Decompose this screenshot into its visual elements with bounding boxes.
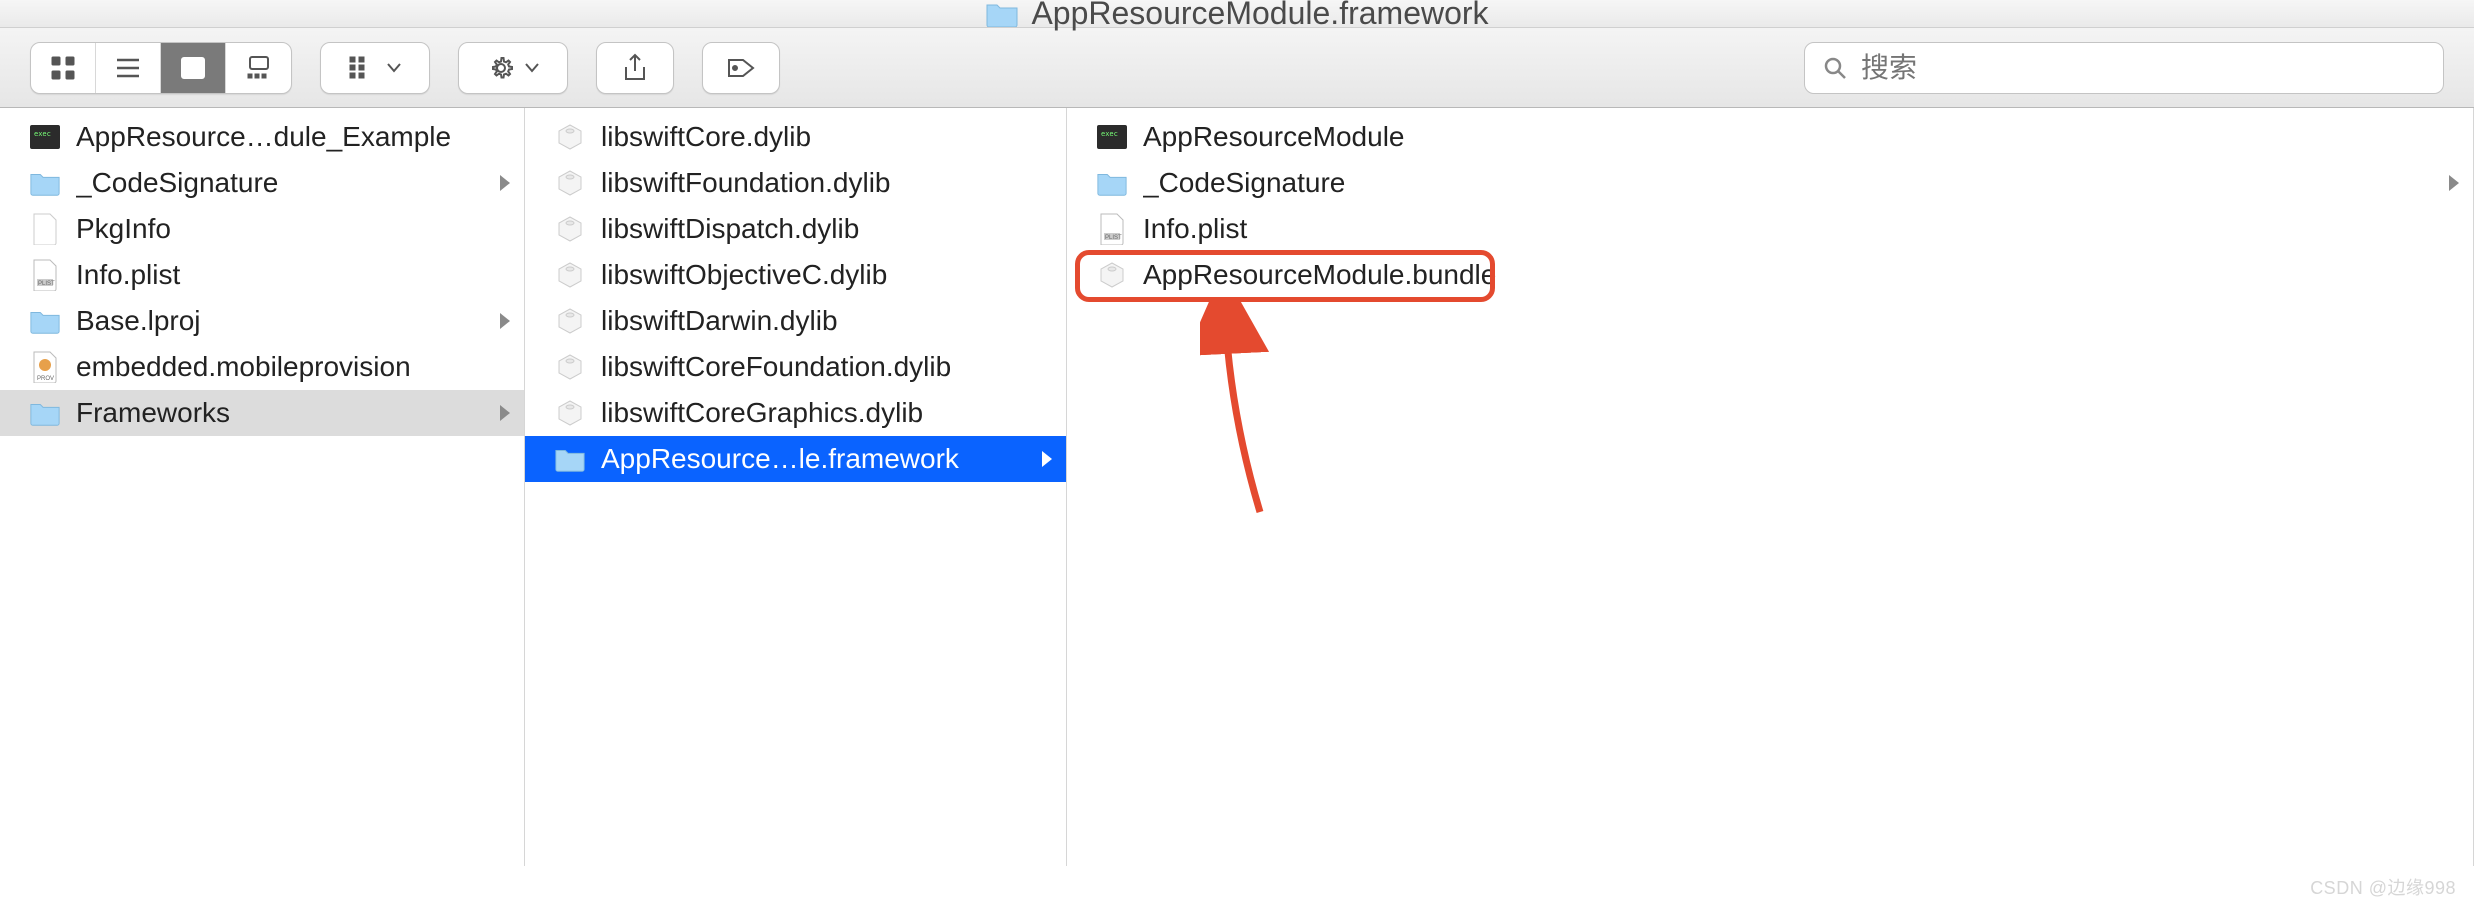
plist-icon: PLIST [28, 258, 62, 292]
item-label: libswiftDarwin.dylib [601, 305, 1052, 337]
list-item[interactable]: libswiftCore.dylib [525, 114, 1066, 160]
list-item[interactable]: Frameworks [0, 390, 524, 436]
list-item[interactable]: exec AppResource…dule_Example [0, 114, 524, 160]
list-item[interactable]: _CodeSignature [0, 160, 524, 206]
chevron-down-icon [387, 63, 401, 73]
item-label: libswiftObjectiveC.dylib [601, 259, 1052, 291]
item-label: AppResource…dule_Example [76, 121, 510, 153]
chevron-right-icon [500, 405, 510, 421]
view-column-button[interactable] [161, 43, 226, 93]
view-mode-group [30, 42, 292, 94]
folder-icon [1095, 166, 1129, 200]
exec-icon: exec [28, 120, 62, 154]
folder-icon [985, 0, 1019, 31]
tag-icon [726, 56, 756, 80]
lego-icon [553, 166, 587, 200]
folder-icon [28, 304, 62, 338]
column-0[interactable]: exec AppResource…dule_Example _CodeSignatu… [0, 108, 525, 866]
list-item[interactable]: AppResource…le.framework [525, 436, 1066, 482]
window-title: AppResourceModule.framework [1031, 0, 1488, 32]
gear-icon [487, 54, 515, 82]
folder-icon [28, 396, 62, 430]
item-label: Info.plist [1143, 213, 2459, 245]
item-label: _CodeSignature [76, 167, 486, 199]
svg-text:PLIST: PLIST [38, 281, 55, 287]
list-item[interactable]: libswiftDispatch.dylib [525, 206, 1066, 252]
svg-text:PROV: PROV [37, 376, 54, 382]
list-item[interactable]: PLIST Info.plist [0, 252, 524, 298]
item-label: Info.plist [76, 259, 510, 291]
chevron-right-icon [500, 313, 510, 329]
share-button[interactable] [596, 42, 674, 94]
list-item[interactable]: Base.lproj [0, 298, 524, 344]
lego-icon [553, 396, 587, 430]
item-label: libswiftFoundation.dylib [601, 167, 1052, 199]
lego-icon [553, 258, 587, 292]
folder-icon [553, 442, 587, 476]
list-item[interactable]: PROV embedded.mobileprovision [0, 344, 524, 390]
search-input[interactable] [1861, 52, 2425, 84]
svg-text:exec: exec [34, 130, 51, 138]
list-item[interactable]: _CodeSignature [1067, 160, 2473, 206]
list-item[interactable]: libswiftCoreFoundation.dylib [525, 344, 1066, 390]
item-label: Base.lproj [76, 305, 486, 337]
share-icon [622, 53, 648, 83]
lego-icon [553, 212, 587, 246]
item-label: libswiftCoreFoundation.dylib [601, 351, 1052, 383]
search-field[interactable] [1804, 42, 2444, 94]
item-label: _CodeSignature [1143, 167, 2435, 199]
lego-icon [1095, 258, 1129, 292]
svg-text:exec: exec [1101, 130, 1118, 138]
item-label: PkgInfo [76, 213, 510, 245]
list-item[interactable]: libswiftFoundation.dylib [525, 160, 1066, 206]
list-item[interactable]: libswiftDarwin.dylib [525, 298, 1066, 344]
lego-icon [553, 350, 587, 384]
view-list-button[interactable] [96, 43, 161, 93]
window-titlebar: AppResourceModule.framework [0, 0, 2474, 28]
folder-icon [28, 166, 62, 200]
column-1[interactable]: libswiftCore.dylib libswiftFoundation.dyl… [525, 108, 1067, 866]
toolbar [0, 28, 2474, 108]
item-label: AppResourceModule.bundle [1143, 259, 2459, 291]
chevron-right-icon [1042, 451, 1052, 467]
chevron-down-icon [525, 63, 539, 73]
arrange-button[interactable] [320, 42, 430, 94]
list-item[interactable]: libswiftCoreGraphics.dylib [525, 390, 1066, 436]
item-label: AppResource…le.framework [601, 443, 1028, 475]
item-label: AppResourceModule [1143, 121, 2459, 153]
chevron-right-icon [2449, 175, 2459, 191]
lego-icon [553, 304, 587, 338]
action-button[interactable] [458, 42, 568, 94]
lego-icon [553, 120, 587, 154]
list-item[interactable]: exec AppResourceModule [1067, 114, 2473, 160]
blank-icon [28, 212, 62, 246]
view-icon-button[interactable] [31, 43, 96, 93]
plist-icon: PLIST [1095, 212, 1129, 246]
item-label: Frameworks [76, 397, 486, 429]
svg-text:PLIST: PLIST [1105, 235, 1122, 241]
list-item[interactable]: AppResourceModule.bundle [1067, 252, 2473, 298]
view-gallery-button[interactable] [226, 43, 291, 93]
list-item[interactable]: PkgInfo [0, 206, 524, 252]
tags-button[interactable] [702, 42, 780, 94]
search-icon [1823, 56, 1847, 80]
chevron-right-icon [500, 175, 510, 191]
prov-icon: PROV [28, 350, 62, 384]
item-label: libswiftCore.dylib [601, 121, 1052, 153]
column-2[interactable]: exec AppResourceModule _CodeSignature PLIST… [1067, 108, 2474, 866]
item-label: libswiftDispatch.dylib [601, 213, 1052, 245]
item-label: embedded.mobileprovision [76, 351, 510, 383]
column-browser: exec AppResource…dule_Example _CodeSignatu… [0, 108, 2474, 866]
list-item[interactable]: PLIST Info.plist [1067, 206, 2473, 252]
exec-icon: exec [1095, 120, 1129, 154]
watermark: CSDN @边缘998 [2310, 874, 2456, 900]
list-item[interactable]: libswiftObjectiveC.dylib [525, 252, 1066, 298]
item-label: libswiftCoreGraphics.dylib [601, 397, 1052, 429]
